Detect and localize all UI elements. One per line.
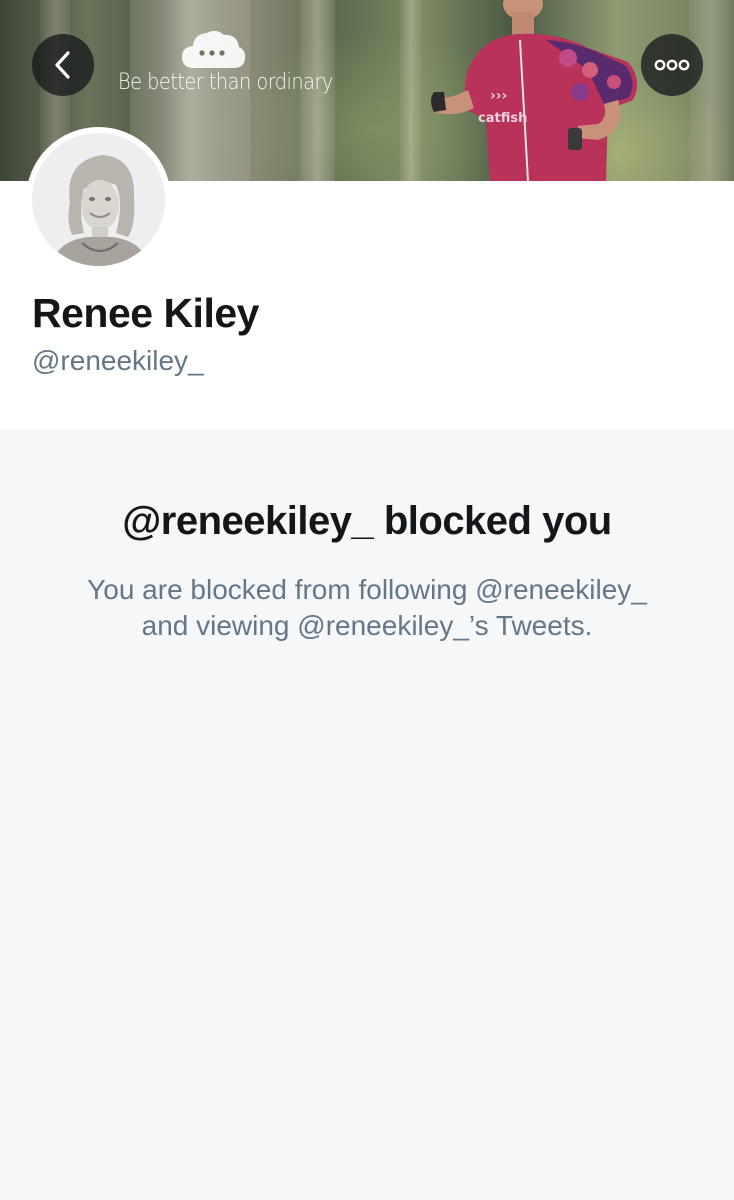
avatar-photo bbox=[32, 133, 165, 266]
more-horizontal-icon bbox=[654, 59, 690, 71]
blocked-description-line: and viewing @reneekiley_’s Tweets. bbox=[141, 610, 593, 641]
blocked-description-line: You are blocked from following @reneekil… bbox=[87, 574, 647, 605]
back-button[interactable] bbox=[32, 34, 94, 96]
banner-tree bbox=[690, 0, 730, 181]
blocked-title: @reneekiley_ blocked you bbox=[122, 499, 612, 543]
profile-handle: @reneekiley_ bbox=[32, 345, 204, 376]
svg-text:catfish: catfish bbox=[478, 111, 527, 126]
banner-tagline: Be better than ordinary bbox=[118, 70, 333, 95]
blocked-description: You are blocked from following @reneekil… bbox=[60, 572, 674, 644]
svg-text:›››: ››› bbox=[490, 88, 507, 104]
profile-display-name: Renee Kiley bbox=[32, 290, 259, 336]
runner-photo: ››› catfish bbox=[431, 0, 637, 181]
cloud-chat-icon bbox=[182, 30, 246, 69]
chevron-left-icon bbox=[55, 51, 70, 79]
banner-tree bbox=[400, 0, 422, 181]
avatar-portrait bbox=[32, 133, 165, 266]
blocked-notice: @reneekiley_ blocked you You are blocked… bbox=[0, 429, 734, 1200]
avatar[interactable] bbox=[26, 127, 171, 272]
more-options-button[interactable] bbox=[641, 34, 703, 96]
